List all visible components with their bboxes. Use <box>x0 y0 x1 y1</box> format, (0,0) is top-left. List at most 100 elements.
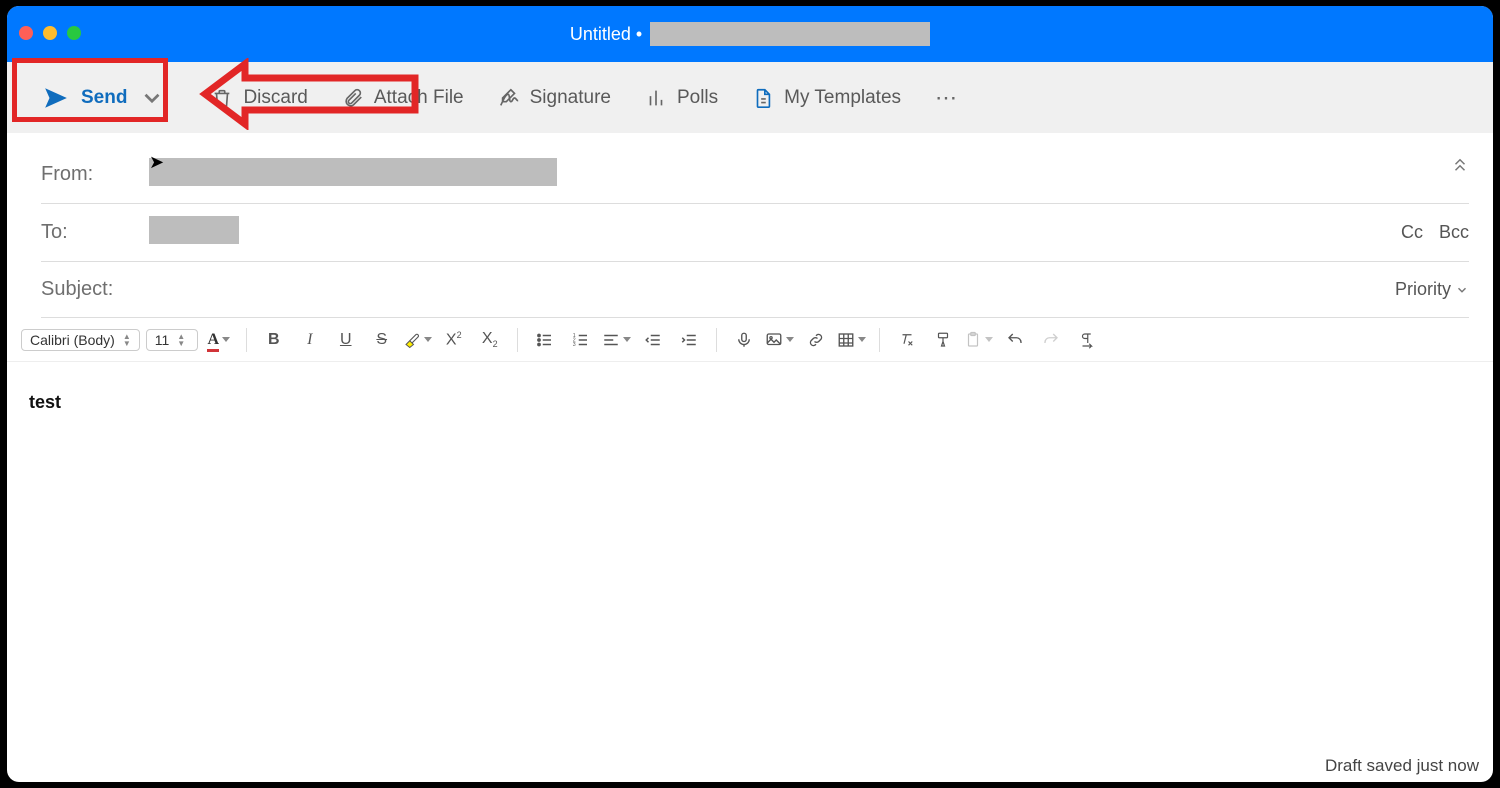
send-button[interactable]: Send <box>31 79 177 117</box>
redo-icon <box>1042 331 1060 349</box>
indent-icon <box>680 331 698 349</box>
bullets-icon <box>536 331 554 349</box>
templates-label: My Templates <box>784 87 901 109</box>
italic-button[interactable]: I <box>295 326 325 354</box>
to-label: To: <box>41 221 149 244</box>
superscript-button[interactable]: X2 <box>439 326 469 354</box>
to-redacted <box>149 216 239 244</box>
separator <box>246 328 247 352</box>
bullet-list-button[interactable] <box>530 326 560 354</box>
subject-input[interactable] <box>149 279 1395 301</box>
discard-label: Discard <box>243 87 307 109</box>
picture-icon <box>765 331 783 349</box>
main-toolbar: Send Discard Attach File Signature Polls… <box>7 62 1493 134</box>
italic-icon: I <box>307 331 312 349</box>
paste-button[interactable] <box>964 326 994 354</box>
attach-file-button[interactable]: Attach File <box>342 87 464 109</box>
attach-label: Attach File <box>374 87 464 109</box>
send-label: Send <box>81 87 127 109</box>
text-direction-icon <box>1078 331 1096 349</box>
subscript-icon: X2 <box>482 330 498 349</box>
svg-text:3: 3 <box>572 342 575 348</box>
separator <box>879 328 880 352</box>
underline-icon: U <box>340 331 352 349</box>
title-label: Untitled • <box>570 24 642 45</box>
discard-button[interactable]: Discard <box>211 87 307 109</box>
bold-button[interactable]: B <box>259 326 289 354</box>
ellipsis-icon: ⋯ <box>935 85 959 111</box>
minimize-window-icon[interactable] <box>43 26 57 40</box>
table-icon <box>837 331 855 349</box>
signature-button[interactable]: Signature <box>498 87 611 109</box>
from-redacted <box>149 158 557 186</box>
from-label: From: <box>41 163 149 186</box>
signature-label: Signature <box>530 87 611 109</box>
chevron-down-icon[interactable] <box>139 85 165 111</box>
dictate-button[interactable] <box>729 326 759 354</box>
body-text: test <box>29 392 61 412</box>
chevron-down-icon <box>1455 283 1469 297</box>
stepper-icon: ▲▼ <box>177 333 185 347</box>
send-icon <box>43 85 69 111</box>
separator <box>716 328 717 352</box>
status-text: Draft saved just now <box>1325 756 1479 776</box>
strikethrough-button[interactable]: S <box>367 326 397 354</box>
subject-label: Subject: <box>41 278 149 301</box>
undo-button[interactable] <box>1000 326 1030 354</box>
maximize-window-icon[interactable] <box>67 26 81 40</box>
numbering-icon: 123 <box>572 331 590 349</box>
font-color-button[interactable]: A <box>204 326 234 354</box>
polls-button[interactable]: Polls <box>645 87 718 109</box>
message-body[interactable]: test <box>7 362 1493 443</box>
highlighter-icon <box>403 331 421 349</box>
cc-button[interactable]: Cc <box>1401 222 1423 243</box>
format-toolbar: Calibri (Body) ▲▼ 11 ▲▼ A B I U S X2 X2 … <box>7 318 1493 362</box>
superscript-icon: X2 <box>446 330 462 349</box>
from-value[interactable] <box>149 158 1469 191</box>
font-size-select[interactable]: 11 ▲▼ <box>146 329 198 351</box>
format-painter-button[interactable] <box>928 326 958 354</box>
redo-button[interactable] <box>1036 326 1066 354</box>
more-options-button[interactable]: ⋯ <box>935 85 959 111</box>
from-row: ➤ From: <box>41 146 1469 204</box>
font-name-select[interactable]: Calibri (Body) ▲▼ <box>21 329 140 351</box>
insert-link-button[interactable] <box>801 326 831 354</box>
trash-icon <box>211 87 233 109</box>
undo-icon <box>1006 331 1024 349</box>
highlight-button[interactable] <box>403 326 433 354</box>
outdent-icon <box>644 331 662 349</box>
outdent-button[interactable] <box>638 326 668 354</box>
titlebar: Untitled • <box>7 6 1493 62</box>
link-icon <box>807 331 825 349</box>
signature-icon <box>498 87 520 109</box>
bcc-button[interactable]: Bcc <box>1439 222 1469 243</box>
stepper-icon: ▲▼ <box>123 333 131 347</box>
insert-picture-button[interactable] <box>765 326 795 354</box>
strikethrough-icon: S <box>376 331 387 349</box>
numbered-list-button[interactable]: 123 <box>566 326 596 354</box>
to-row: To: Cc Bcc <box>41 204 1469 262</box>
text-direction-button[interactable] <box>1072 326 1102 354</box>
subscript-button[interactable]: X2 <box>475 326 505 354</box>
underline-button[interactable]: U <box>331 326 361 354</box>
separator <box>517 328 518 352</box>
indent-button[interactable] <box>674 326 704 354</box>
clear-formatting-button[interactable] <box>892 326 922 354</box>
font-size-value: 11 <box>155 332 170 348</box>
paint-icon <box>934 331 952 349</box>
templates-icon <box>752 87 774 109</box>
priority-button[interactable]: Priority <box>1395 279 1469 300</box>
window-title: Untitled • <box>570 22 930 46</box>
subject-value[interactable] <box>149 279 1395 301</box>
collapse-header-button[interactable] <box>1451 156 1469 179</box>
close-window-icon[interactable] <box>19 26 33 40</box>
my-templates-button[interactable]: My Templates <box>752 87 901 109</box>
font-color-icon: A <box>207 331 219 349</box>
insert-table-button[interactable] <box>837 326 867 354</box>
font-name-value: Calibri (Body) <box>30 332 115 348</box>
subject-row: Subject: Priority <box>41 262 1469 318</box>
polls-label: Polls <box>677 87 718 109</box>
align-button[interactable] <box>602 326 632 354</box>
to-value[interactable] <box>149 216 1401 249</box>
compose-window: Untitled • Send Discard Attach File Sign… <box>7 6 1493 782</box>
